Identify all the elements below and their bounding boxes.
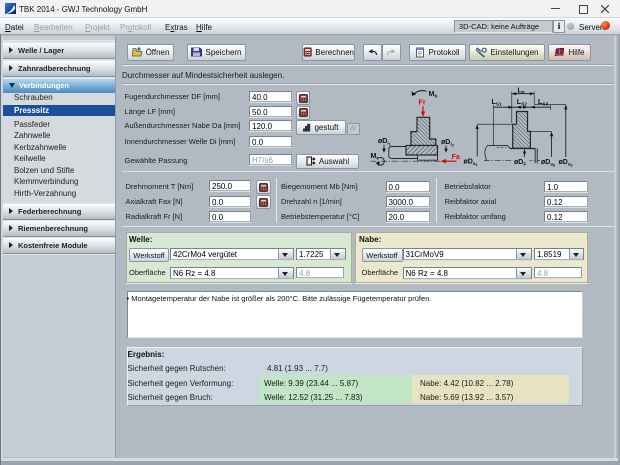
svg-text:Fr: Fr bbox=[419, 98, 426, 107]
svg-text:LS2: LS2 bbox=[517, 99, 527, 108]
svg-text:LF: LF bbox=[518, 87, 525, 96]
svg-text:LS3: LS3 bbox=[538, 99, 548, 108]
svg-text:Fa: Fa bbox=[452, 152, 461, 161]
svg-text:LS1: LS1 bbox=[492, 99, 502, 108]
svg-text:øDi1: øDi1 bbox=[378, 138, 391, 147]
svg-text:øDi2: øDi2 bbox=[441, 139, 454, 148]
svg-text:Mb: Mb bbox=[429, 91, 438, 100]
svg-text:Mt: Mt bbox=[371, 153, 379, 162]
